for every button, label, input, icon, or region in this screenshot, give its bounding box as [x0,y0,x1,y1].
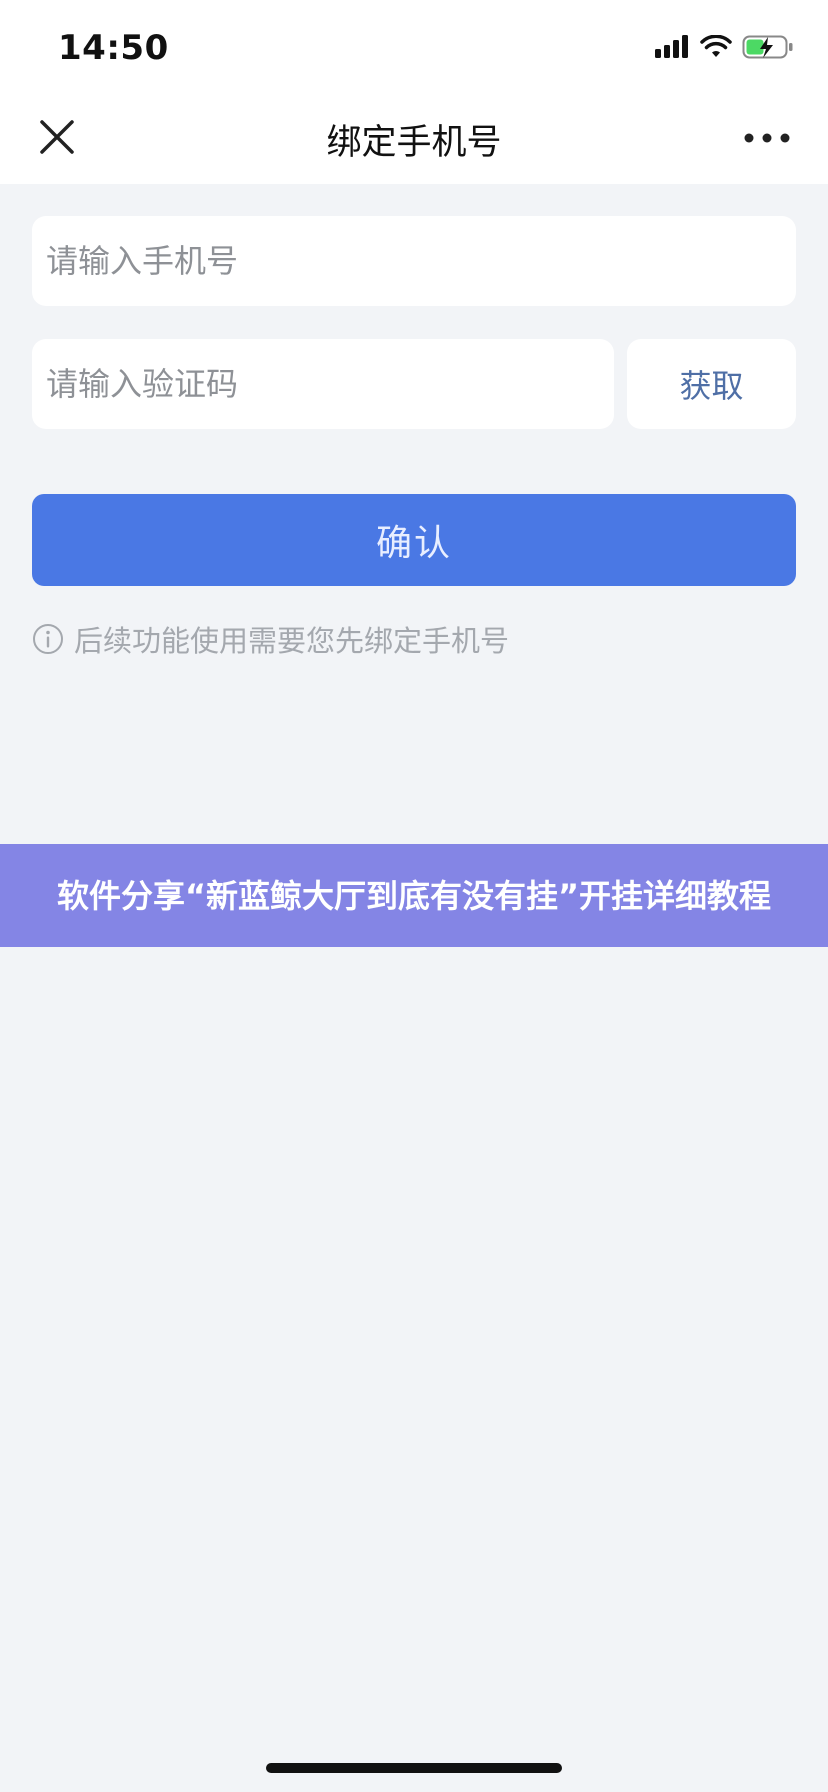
status-bar: 14:50 [0,0,828,90]
status-time: 14:50 [58,28,169,68]
confirm-button[interactable]: 确认 [32,494,796,586]
phone-input[interactable] [32,216,796,306]
wifi-icon [700,35,732,57]
home-indicator[interactable] [266,1763,562,1773]
status-icons [654,34,794,60]
page-title: 绑定手机号 [326,123,502,163]
overlay-banner: 软件分享“新蓝鲸大厅到底有没有挂”开挂详细教程 [0,844,828,947]
more-icon[interactable] [742,118,792,158]
get-code-button[interactable]: 获取 [627,339,796,429]
info-icon [33,624,63,654]
verification-code-input[interactable] [32,339,614,429]
battery-charging-icon [742,35,793,59]
hint: 后续功能使用需要您先绑定手机号 [32,618,509,660]
code-field [32,339,614,429]
hint-text: 后续功能使用需要您先绑定手机号 [74,624,510,658]
phone-field [32,216,796,306]
signal-icon [655,35,688,58]
banner-text: 软件分享“新蓝鲸大厅到底有没有挂”开挂详细教程 [56,876,772,915]
nav-bar: 绑定手机号 [0,90,828,184]
